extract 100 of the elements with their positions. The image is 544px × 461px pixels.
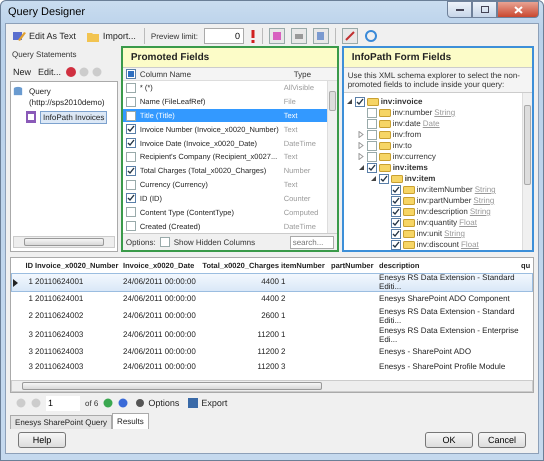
table-cell-text: 20110624001 — [34, 278, 84, 287]
table-cell-text: 1 — [280, 331, 286, 340]
checkbox[interactable] — [126, 193, 136, 204]
cancel-button[interactable]: Cancel — [478, 432, 526, 448]
table-cell-text: 3 — [280, 363, 286, 372]
table-cell-text: 1 — [28, 295, 34, 304]
table-cell-text: 4400 — [260, 278, 280, 287]
checkbox[interactable] — [126, 221, 136, 232]
result-row[interactable]: 3 20110624003 24/06/2011 00:00:00 11200 1 Enesys RS Data Extension - Enterprise Edi... — [11, 326, 533, 345]
element-icon — [378, 108, 391, 116]
field-name: inv:item — [404, 174, 436, 183]
tree-item[interactable]: Query (http://sps2010demo) — [26, 85, 115, 109]
panel-title: Promoted Fields — [122, 48, 337, 68]
checkbox[interactable] — [390, 218, 401, 228]
table-cell-text: 1 — [28, 278, 34, 287]
export-button[interactable]: Export — [186, 395, 230, 411]
collapse-icon[interactable] — [370, 175, 377, 182]
checkbox[interactable] — [390, 196, 401, 206]
element-icon — [378, 152, 391, 160]
checkbox[interactable] — [354, 96, 365, 106]
checkbox[interactable] — [366, 162, 377, 172]
checkbox[interactable] — [126, 110, 136, 121]
close-button[interactable] — [497, 1, 539, 18]
element-icon — [378, 120, 391, 128]
table-cell-text: 24/06/2011 00:00:00 — [122, 348, 197, 357]
panel-title: Query Statements — [11, 49, 78, 61]
options-button[interactable]: Options — [133, 395, 182, 411]
checkbox[interactable] — [126, 124, 136, 134]
result-row[interactable]: 3 20110624003 24/06/2011 00:00:00 11200 2 Enesys - SharePoint ADO — [11, 345, 533, 360]
checkbox[interactable] — [160, 237, 170, 247]
horizontal-scrollbar[interactable] — [13, 236, 115, 248]
help-button[interactable]: Help — [18, 432, 66, 448]
minimize-button[interactable] — [447, 1, 472, 18]
refresh-icon[interactable] — [364, 29, 378, 43]
checkbox[interactable] — [366, 130, 377, 140]
expand-icon[interactable] — [358, 142, 365, 149]
maximize-icon — [480, 6, 488, 13]
checkbox[interactable] — [366, 108, 377, 118]
column-header[interactable]: Type — [294, 70, 334, 78]
checkbox[interactable] — [390, 206, 401, 216]
vertical-scrollbar[interactable] — [326, 81, 337, 233]
checkbox[interactable] — [366, 140, 377, 150]
toolbar-button[interactable] — [269, 28, 285, 44]
tab[interactable]: Enesys SharePoint Query — [10, 415, 112, 429]
minimize-icon — [456, 8, 464, 10]
exclamation-icon[interactable] — [250, 29, 256, 43]
checkbox[interactable] — [126, 82, 136, 93]
checkbox[interactable] — [366, 152, 377, 162]
collapse-icon[interactable] — [346, 98, 353, 105]
checkbox[interactable] — [126, 96, 136, 107]
checkbox[interactable] — [126, 180, 136, 190]
tab[interactable]: Results — [112, 413, 149, 429]
checkbox[interactable] — [126, 138, 136, 148]
toolbar-button[interactable] — [291, 28, 307, 44]
checkbox[interactable] — [126, 152, 136, 162]
page-count: of 6 — [85, 398, 98, 408]
edit-as-text-button[interactable]: Edit As Text — [10, 28, 78, 44]
toolbar-button[interactable] — [313, 28, 329, 44]
close-icon — [514, 6, 522, 14]
table-cell-text: 1 — [280, 312, 286, 321]
checkbox[interactable] — [126, 207, 136, 218]
maximize-button[interactable] — [472, 1, 497, 18]
table-cell-text: 11200 — [256, 348, 280, 357]
result-row[interactable]: 3 20110624003 24/06/2011 00:00:00 11200 3 Enesys - SharePoint Profile Module — [11, 360, 533, 375]
field-name: inv:invoice — [380, 97, 422, 106]
expand-icon[interactable] — [358, 131, 365, 138]
checkbox[interactable] — [126, 166, 136, 176]
field-name: inv:quantity — [416, 218, 458, 227]
line-icon — [345, 31, 355, 41]
element-icon — [378, 130, 391, 138]
checkbox[interactable] — [378, 174, 389, 184]
import-button[interactable]: Import... — [84, 28, 138, 44]
page-field[interactable]: 1 — [46, 396, 80, 410]
collapse-icon[interactable] — [358, 164, 365, 171]
checkbox[interactable] — [390, 228, 401, 238]
preview-limit-field[interactable]: 0 — [204, 28, 244, 44]
new-button[interactable]: New — [11, 64, 34, 80]
checkbox[interactable] — [366, 118, 377, 128]
horizontal-scrollbar[interactable] — [11, 380, 533, 392]
result-row[interactable]: 1 20110624001 24/06/2011 00:00:00 4400 1 Enesys RS Data Extension - Standard Editi... — [11, 273, 533, 292]
result-row[interactable]: 2 20110624002 24/06/2011 00:00:00 2600 1 Enesys RS Data Extension - Standard Editi... — [11, 307, 533, 326]
table-cell-text: 24/06/2011 00:00:00 — [122, 363, 197, 372]
expand-icon[interactable] — [358, 153, 365, 160]
field-name: inv:currency — [392, 152, 436, 161]
result-row[interactable]: 1 20110624001 24/06/2011 00:00:00 4400 2 Enesys SharePoint ADO Component — [11, 292, 533, 307]
tree-item[interactable]: InfoPath Invoices — [40, 111, 108, 124]
table-cell: Enesys RS Data Extension - Enterprise Edi... — [378, 327, 520, 344]
column-header[interactable]: Column Name — [140, 70, 290, 78]
toolbar-button[interactable] — [342, 28, 358, 44]
row-pointer-icon — [12, 278, 18, 286]
vertical-scrollbar[interactable] — [522, 93, 532, 250]
select-all-checkbox[interactable] — [126, 69, 136, 79]
search-field[interactable]: search... — [290, 236, 334, 248]
element-icon — [402, 218, 415, 226]
checkbox[interactable] — [390, 184, 401, 194]
table-cell-text: 2 — [280, 348, 286, 357]
panel-description: Use this XML schema explorer to select the non-promoted fields to include inside your query: — [344, 68, 532, 93]
edit-button[interactable]: Edit... — [36, 64, 64, 80]
checkbox[interactable] — [390, 240, 401, 250]
ok-button[interactable]: OK — [425, 432, 473, 448]
